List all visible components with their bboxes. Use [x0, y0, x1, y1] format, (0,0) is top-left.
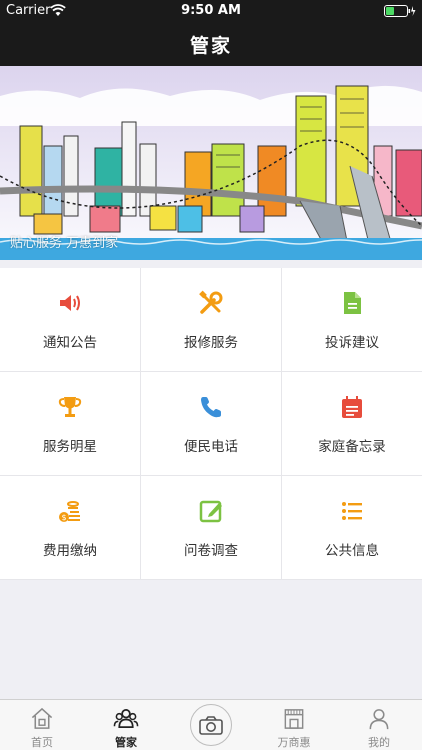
calendar-icon: [342, 395, 362, 418]
battery-icon: [384, 5, 416, 17]
tab-shop[interactable]: 万商惠: [252, 700, 336, 750]
grid-item-payment[interactable]: $ 费用缴纳: [0, 476, 140, 579]
page-title: 管家: [189, 35, 232, 57]
document-icon: [344, 291, 361, 314]
grid-item-star[interactable]: 服务明星: [0, 372, 140, 475]
city-skyline-illustration: [0, 66, 422, 260]
grid-item-label: 费用缴纳: [43, 542, 97, 559]
tab-mine[interactable]: 我的: [337, 700, 421, 750]
tab-label: 首页: [31, 736, 53, 749]
shop-icon: [284, 709, 304, 729]
tools-icon: [199, 290, 223, 314]
grid-item-repair[interactable]: 报修服务: [141, 268, 281, 371]
tab-label: 我的: [368, 736, 390, 749]
grid-item-label: 家庭备忘录: [318, 438, 386, 455]
service-grid: 通知公告 报修服务 投诉建议 服务明星 便民电话 家庭备忘录 $ 费用缴纳 问卷…: [0, 268, 422, 580]
status-bar: Carrier 9:50 AM: [0, 0, 422, 22]
grid-item-label: 投诉建议: [325, 334, 379, 351]
tab-label: 管家: [115, 736, 137, 749]
grid-item-label: 服务明星: [43, 438, 97, 455]
people-icon: [113, 708, 139, 729]
edit-icon: [199, 500, 222, 522]
trophy-icon: [58, 396, 82, 417]
tab-home[interactable]: 首页: [0, 700, 84, 750]
grid-item-survey[interactable]: 问卷调查: [141, 476, 281, 579]
camera-button[interactable]: [190, 704, 232, 746]
phone-icon: [201, 396, 221, 417]
grid-item-public-info[interactable]: 公共信息: [282, 476, 422, 579]
tab-butler[interactable]: 管家: [84, 700, 168, 750]
grid-item-label: 公共信息: [325, 542, 379, 559]
navigation-bar: 管家: [0, 22, 422, 66]
home-icon: [31, 707, 53, 729]
list-icon: [342, 501, 362, 520]
tab-label: 万商惠: [277, 736, 311, 749]
status-time: 9:50 AM: [181, 3, 241, 18]
user-icon: [369, 709, 389, 730]
coins-icon: $: [59, 500, 80, 522]
svg-text:$: $: [61, 513, 66, 522]
grid-item-label: 通知公告: [43, 334, 97, 351]
speaker-icon: [60, 294, 80, 311]
grid-item-label: 便民电话: [184, 438, 238, 455]
banner[interactable]: 贴心服务 万惠到家: [0, 66, 422, 260]
grid-item-complaint[interactable]: 投诉建议: [282, 268, 422, 371]
grid-item-memo[interactable]: 家庭备忘录: [282, 372, 422, 475]
grid-item-phone[interactable]: 便民电话: [141, 372, 281, 475]
camera-icon: [199, 716, 223, 735]
grid-item-label: 报修服务: [184, 334, 238, 351]
grid-item-label: 问卷调查: [184, 542, 238, 559]
grid-item-notice[interactable]: 通知公告: [0, 268, 140, 371]
banner-caption: 贴心服务 万惠到家: [10, 236, 119, 251]
